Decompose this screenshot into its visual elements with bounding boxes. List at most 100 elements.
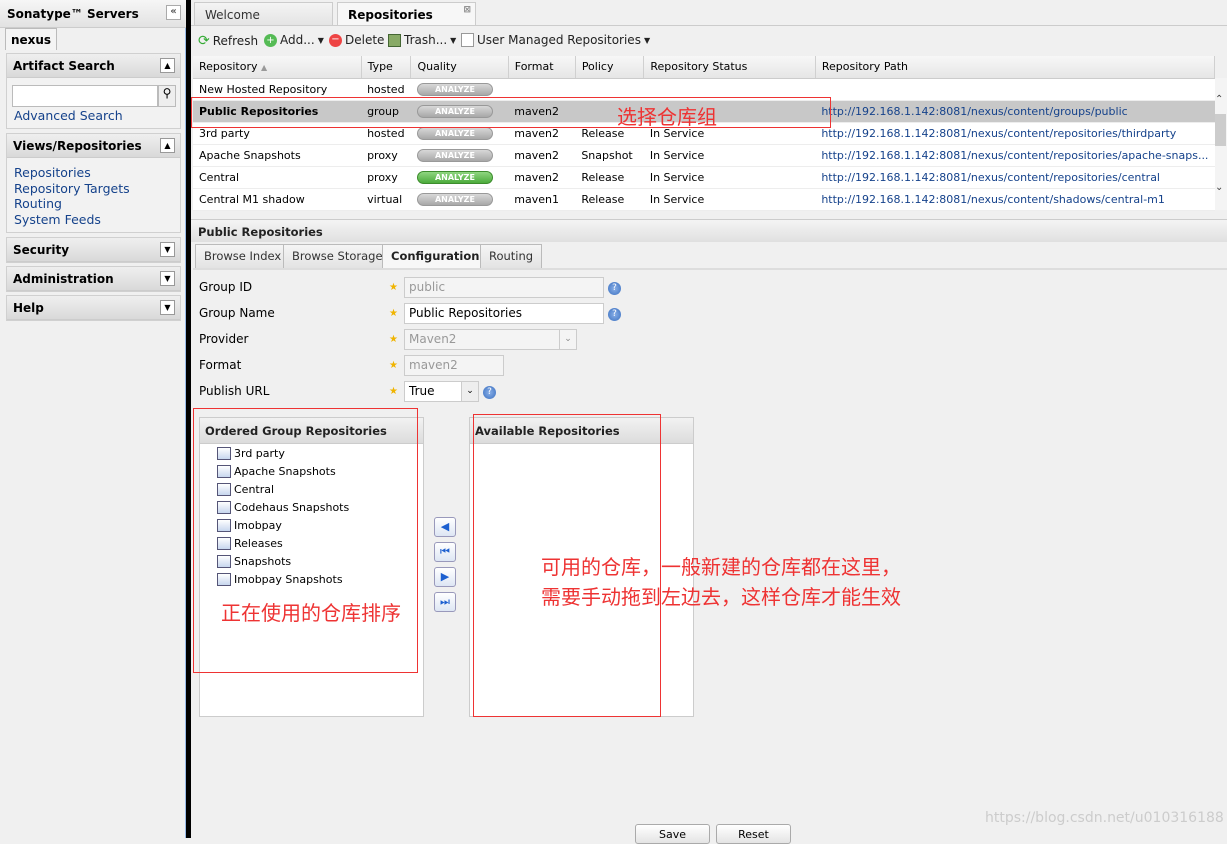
publish-url-select[interactable]: True ⌄ [404,381,479,402]
trash-button[interactable]: Trash... ▼ [388,33,456,47]
refresh-button[interactable]: ⟳ Refresh [198,33,258,49]
artifact-search-header[interactable]: Artifact Search ▲ [7,54,180,78]
grid-scrollbar[interactable]: ⌃ ⌄ [1215,78,1227,210]
help-icon[interactable]: ? [608,308,621,321]
sidebar-item-routing[interactable]: Routing [7,196,180,212]
list-item[interactable]: Snapshots [200,553,423,571]
repo-type: proxy [361,144,411,167]
views-header[interactable]: Views/Repositories ▲ [7,134,180,158]
repository-icon [217,501,231,514]
repo-path[interactable]: http://192.168.1.142:8081/nexus/content/… [815,122,1215,145]
list-item[interactable]: Central [200,481,423,499]
table-row[interactable]: New Hosted Repository hosted ANALYZE [193,78,1215,101]
administration-panel[interactable]: Administration ▼ [6,266,181,292]
sidebar-item-repositories[interactable]: Repositories [7,165,180,181]
sidebar-item-system-feeds[interactable]: System Feeds [7,212,180,228]
format-field[interactable]: maven2 [404,355,504,376]
provider-select[interactable]: Maven2 ⌄ [404,329,577,350]
chevron-up-icon[interactable]: ▲ [160,138,175,153]
help-icon[interactable]: ? [483,386,496,399]
column-header-type[interactable]: Type [361,56,412,79]
column-header-quality[interactable]: Quality [410,56,509,79]
repo-format: maven2 [508,166,576,189]
close-icon[interactable]: ⊠ [463,5,471,15]
tab-welcome[interactable]: Welcome [194,2,333,25]
repo-path[interactable]: http://192.168.1.142:8081/nexus/content/… [815,144,1215,167]
artifact-search-input[interactable] [12,85,158,107]
repository-icon [217,465,231,478]
repo-status: In Service [643,188,816,211]
repo-format: maven2 [508,144,576,167]
repo-path[interactable] [815,78,1215,101]
user-managed-repositories-button[interactable]: User Managed Repositories ▼ [461,33,650,47]
annotation-text: 选择仓库组 [617,105,717,129]
table-row[interactable]: Apache Snapshots proxy ANALYZE maven2 Sn… [193,144,1215,167]
annotation-text: 正在使用的仓库排序 [221,601,401,625]
column-header-path[interactable]: Repository Path [815,56,1216,79]
analyze-button[interactable]: ANALYZE [416,105,493,118]
analyze-button[interactable]: ANALYZE [416,171,493,184]
tab-repositories[interactable]: Repositories ⊠ [337,2,476,25]
list-item[interactable]: 3rd party [200,445,423,463]
tab-browse-storage[interactable]: Browse Storage [283,244,392,268]
list-item[interactable]: Apache Snapshots [200,463,423,481]
group-name-field[interactable]: Public Repositories [404,303,604,324]
chevron-up-icon[interactable]: ▲ [160,58,175,73]
help-icon[interactable]: ? [608,282,621,295]
scroll-up-icon[interactable]: ⌃ [1215,94,1223,105]
provider-label: Provider [199,332,249,346]
scroll-down-icon[interactable]: ⌄ [1215,182,1223,193]
tab-configuration[interactable]: Configuration [382,244,489,268]
splitter[interactable] [186,0,191,838]
column-header-policy[interactable]: Policy [575,56,645,79]
table-row[interactable]: Central M1 shadow virtual ANALYZE maven1… [193,188,1215,211]
collapse-left-icon[interactable]: « [166,5,181,20]
chevron-down-icon[interactable]: ▼ [160,242,175,257]
delete-button[interactable]: − Delete [329,33,384,47]
analyze-button[interactable]: ANALYZE [416,127,493,140]
repo-type: hosted [361,78,411,101]
column-header-format[interactable]: Format [508,56,576,79]
table-row[interactable]: Central proxy ANALYZE maven2 Release In … [193,166,1215,189]
dropdown-arrow-icon: ▼ [317,35,324,45]
advanced-search-link[interactable]: Advanced Search [7,108,180,124]
list-item[interactable]: Imobpay [200,517,423,535]
repo-policy: Snapshot [575,144,644,167]
list-item[interactable]: Codehaus Snapshots [200,499,423,517]
tab-routing[interactable]: Routing [480,244,543,268]
required-star-icon: ★ [389,308,398,319]
repo-name: Central [193,166,362,189]
help-panel[interactable]: Help ▼ [6,295,181,321]
list-item[interactable]: Imobpay Snapshots [200,571,423,589]
column-header-repository[interactable]: Repository ▲ [193,56,362,79]
chevron-down-icon[interactable]: ▼ [160,300,175,315]
repo-path[interactable]: http://192.168.1.142:8081/nexus/content/… [815,188,1215,211]
server-tab-nexus[interactable]: nexus [5,28,57,50]
repo-path[interactable]: http://192.168.1.142:8081/nexus/content/… [815,100,1215,123]
list-item[interactable]: Releases [200,535,423,553]
repository-icon [217,447,231,460]
save-button[interactable]: Save [635,824,710,844]
search-icon[interactable]: ⚲ [158,85,176,107]
add-button[interactable]: + Add... ▼ [264,33,324,47]
security-panel[interactable]: Security ▼ [6,237,181,263]
detail-header: Public Repositories [191,219,1227,242]
group-id-field[interactable]: public [404,277,604,298]
dropdown-arrow-icon: ▼ [450,35,457,45]
chevron-down-icon[interactable]: ⌄ [461,382,478,401]
sidebar-item-repository-targets[interactable]: Repository Targets [7,181,180,197]
chevron-down-icon[interactable]: ⌄ [559,330,576,349]
chevron-down-icon[interactable]: ▼ [160,271,175,286]
analyze-button[interactable]: ANALYZE [416,193,493,206]
repository-icon [217,483,231,496]
repo-path[interactable]: http://192.168.1.142:8081/nexus/content/… [815,166,1215,189]
reset-button[interactable]: Reset [716,824,791,844]
analyze-button[interactable]: ANALYZE [416,149,493,162]
move-first-icon[interactable]: ⏮ [434,542,456,562]
column-header-status[interactable]: Repository Status [643,56,816,79]
analyze-button[interactable]: ANALYZE [416,83,493,96]
move-left-icon[interactable]: ◀ [434,517,456,537]
move-right-icon[interactable]: ▶ [434,567,456,587]
move-last-icon[interactable]: ⏭ [434,592,456,612]
tab-browse-index[interactable]: Browse Index [195,244,291,268]
